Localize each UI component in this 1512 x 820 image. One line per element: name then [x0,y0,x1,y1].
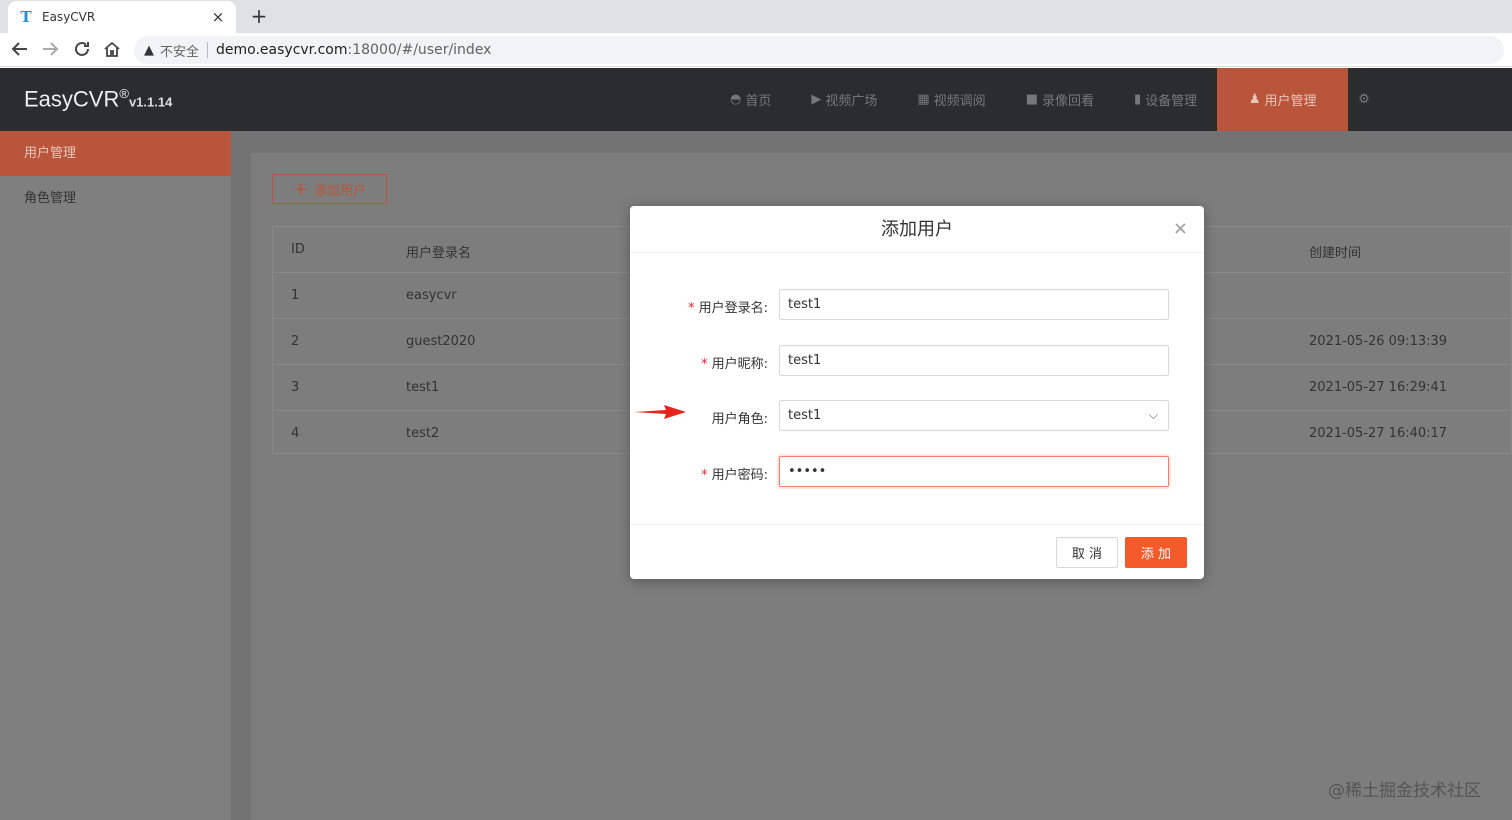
header-id: ID [291,242,305,257]
role-label: 用户角色: [711,412,768,427]
cell-login: test2 [406,426,440,441]
close-icon[interactable]: × [1173,218,1188,239]
add-user-label: 添加用户 [314,183,367,199]
url-host: demo.easycvr.com [216,42,348,58]
insecure-label: 不安全 [160,44,200,60]
add-button[interactable]: 添 加 [1125,537,1187,568]
nav-playback[interactable]: ■ 录像回看 [1006,68,1114,131]
cell-created: 2021-05-27 16:40:17 [1309,426,1448,441]
nav-label: 视频广场 [825,94,878,109]
cell-login: test1 [406,380,440,395]
plus-icon: + [292,178,309,200]
header-login: 用户登录名 [406,246,472,261]
password-row: * 用户密码: ••••• [630,456,1204,488]
password-label: * 用户密码: [701,464,768,483]
password-input[interactable]: ••••• [779,456,1169,487]
url-separator [207,42,209,58]
camera-icon: ■ [1025,92,1038,107]
nav-video-view[interactable]: ▦ 视频调阅 [897,68,1005,131]
cancel-button[interactable]: 取 消 [1056,537,1118,568]
top-nav: ◓ 首页 ▶ 视频广场 ▦ 视频调阅 ■ 录像回看 ▮ 设备管理 ♟ 用户管理 … [710,68,1384,131]
sidebar-item-role-management[interactable]: 角色管理 [0,176,231,221]
chevron-down-icon: ⌵ [1148,408,1158,422]
watermark: @稀土掘金技术社区 [1328,781,1481,801]
forward-icon[interactable] [40,40,60,60]
role-select[interactable]: test1 ⌵ [779,400,1169,431]
cell-id: 2 [291,334,300,349]
settings-icon: ⚙ [1358,92,1370,107]
add-user-dialog: 添加用户 × * 用户登录名: test1 * 用户昵称: test1 用户角色: … [630,206,1204,579]
nav-label: 录像回看 [1041,94,1094,109]
tab-title: EasyCVR [42,10,96,24]
cell-id: 4 [291,426,300,441]
user-icon: ♟ [1248,92,1261,107]
dialog-title: 添加用户 [630,206,1204,253]
dashboard-icon: ◓ [730,92,742,107]
add-user-button[interactable]: + 添加用户 [272,174,387,204]
nav-label: 首页 [745,94,772,109]
nickname-row: * 用户昵称: test1 [630,345,1204,377]
new-tab-button[interactable]: + [248,4,270,28]
nav-label: 用户管理 [1264,94,1317,109]
registered-mark: ® [119,86,129,101]
cell-login: easycvr [406,288,457,303]
reload-icon[interactable] [72,40,92,60]
cell-login: guest2020 [406,334,476,349]
role-selected-value: test1 [788,408,822,423]
nav-video-square[interactable]: ▶ 视频广场 [791,68,897,131]
easycvr-favicon-icon: T [20,8,32,26]
cell-created: 2021-05-26 09:13:39 [1309,334,1448,349]
warning-icon[interactable]: ▲ [144,43,154,58]
play-icon: ▶ [811,92,822,107]
browser-address-bar: ▲ 不安全 demo.easycvr.com :18000/#/user/ind… [0,33,1512,67]
dialog-footer: 取 消 添 加 [630,524,1204,579]
back-icon[interactable] [10,40,30,60]
nickname-label: * 用户昵称: [701,353,768,372]
nav-device-management[interactable]: ▮ 设备管理 [1114,68,1217,131]
required-mark: * [688,301,695,316]
header-created: 创建时间 [1309,246,1362,261]
url-path: :18000/#/user/index [347,42,492,58]
nickname-label-text: 用户昵称: [711,357,768,372]
nav-more[interactable]: ⚙ [1348,68,1384,131]
device-icon: ▮ [1134,92,1142,107]
cell-id: 3 [291,380,300,395]
home-icon[interactable] [102,40,122,60]
nav-label: 视频调阅 [933,94,986,109]
app-logo[interactable]: EasyCVR®v1.1.14 [24,86,172,112]
close-tab-icon[interactable]: × [210,8,226,26]
browser-tab-bar: T EasyCVR × + [0,0,1512,33]
logo-text: EasyCVR [24,86,120,112]
app-header: EasyCVR®v1.1.14 ◓ 首页 ▶ 视频广场 ▦ 视频调阅 ■ 录像回… [0,68,1512,131]
nav-home[interactable]: ◓ 首页 [710,68,791,131]
role-row: 用户角色: test1 ⌵ [630,400,1204,432]
login-name-label: * 用户登录名: [688,297,768,316]
grid-icon: ▦ [917,92,930,107]
cell-created: 2021-05-27 16:29:41 [1309,380,1448,395]
sidebar-item-user-management[interactable]: 用户管理 [0,131,231,176]
url-bar[interactable]: ▲ 不安全 demo.easycvr.com :18000/#/user/ind… [134,36,1504,64]
cell-id: 1 [291,288,300,303]
password-label-text: 用户密码: [711,468,768,483]
app-version: v1.1.14 [128,94,173,110]
browser-tab[interactable]: T EasyCVR × [8,1,236,33]
sidebar: 用户管理 角色管理 [0,131,231,820]
login-name-row: * 用户登录名: test1 [630,289,1204,321]
required-mark: * [701,468,708,483]
nickname-input[interactable]: test1 [779,345,1169,376]
nav-label: 设备管理 [1145,94,1198,109]
nav-user-management[interactable]: ♟ 用户管理 [1217,68,1349,131]
required-mark: * [701,357,708,372]
login-name-label-text: 用户登录名: [698,301,768,316]
red-arrow-annotation-icon [634,405,686,419]
login-name-input[interactable]: test1 [779,289,1169,320]
